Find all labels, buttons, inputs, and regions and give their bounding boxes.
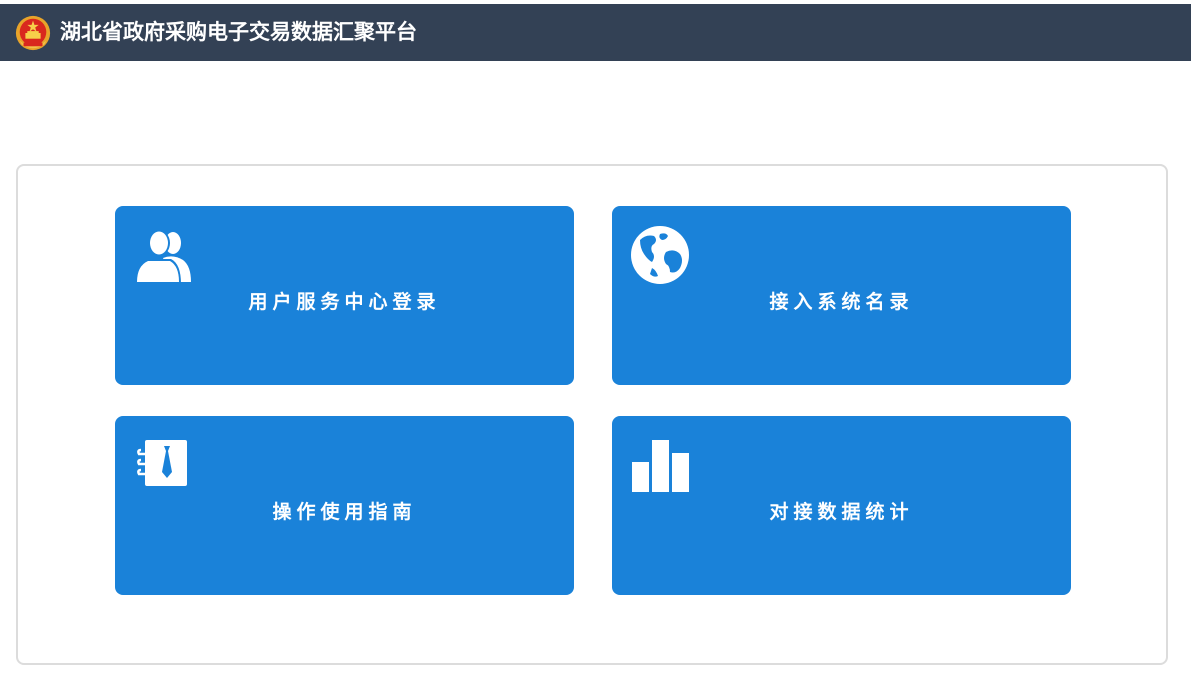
bar-chart-icon (632, 440, 689, 492)
guide-book-icon (137, 440, 187, 486)
main-panel: 用户服务中心登录 接入系统名录 操作使用指南 对接数据统计 (16, 164, 1168, 665)
tile-label: 操作使用指南 (272, 501, 417, 523)
tile-label: 接入系统名录 (769, 291, 914, 313)
globe-icon (631, 226, 689, 284)
user-service-login-tile[interactable]: 用户服务中心登录 (115, 206, 574, 385)
integration-statistics-tile[interactable]: 对接数据统计 (612, 416, 1071, 595)
operation-guide-tile[interactable]: 操作使用指南 (115, 416, 574, 595)
national-emblem-icon (15, 15, 51, 51)
connected-systems-directory-tile[interactable]: 接入系统名录 (612, 206, 1071, 385)
tile-label: 对接数据统计 (769, 501, 914, 523)
users-icon (135, 230, 191, 284)
tile-label: 用户服务中心登录 (248, 291, 441, 313)
site-title: 湖北省政府采购电子交易数据汇聚平台 (60, 20, 417, 44)
top-header-bar: 湖北省政府采购电子交易数据汇聚平台 (0, 4, 1191, 61)
